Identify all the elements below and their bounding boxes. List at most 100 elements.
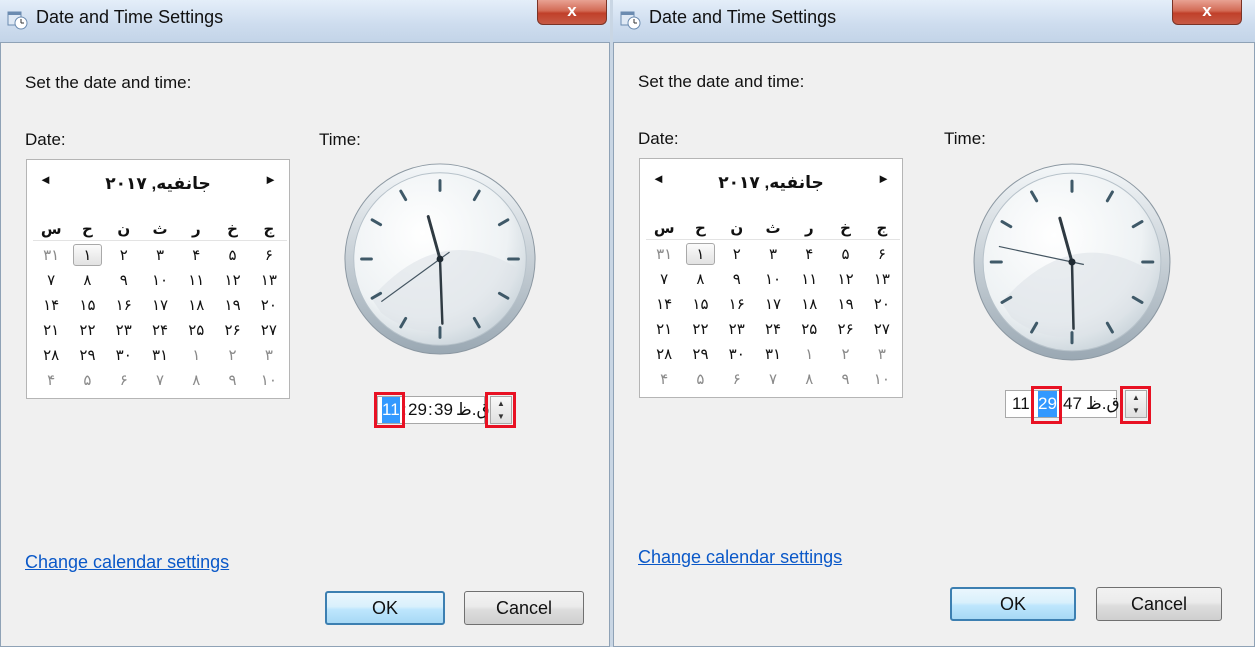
calendar-day[interactable]: ۲۱ bbox=[33, 321, 69, 339]
prev-month-arrow-icon[interactable]: ◄ bbox=[652, 171, 665, 186]
calendar-day[interactable]: ۱۸ bbox=[791, 295, 827, 313]
calendar-day[interactable]: ۲۳ bbox=[719, 320, 755, 338]
time-ampm-segment[interactable]: ق.ظ bbox=[1086, 391, 1120, 417]
calendar-day[interactable]: ۱۵ bbox=[69, 296, 105, 314]
calendar-day-other-month[interactable]: ۳۱ bbox=[33, 246, 69, 264]
calendar-day[interactable]: ۲۶ bbox=[214, 321, 250, 339]
calendar-day[interactable]: ۱۱ bbox=[178, 271, 214, 289]
calendar[interactable]: ◄ ► جانفیه, ۲۰۱۷ ج خ ر ث ن ح س ۶ ۵ ۴ ۳ ۲… bbox=[26, 159, 290, 399]
calendar[interactable]: ◄ ► جانفیه, ۲۰۱۷ ج خ ر ث ن ح س ۶ ۵ ۴ ۳ ۲… bbox=[639, 158, 903, 398]
title-bar[interactable]: Date and Time Settings x bbox=[613, 0, 1255, 42]
calendar-day[interactable]: ۲ bbox=[106, 246, 142, 264]
ok-button[interactable]: OK bbox=[950, 587, 1076, 621]
calendar-day[interactable]: ۲۸ bbox=[33, 346, 69, 364]
calendar-day[interactable]: ۱۳ bbox=[864, 270, 900, 288]
cancel-button[interactable]: Cancel bbox=[464, 591, 584, 625]
calendar-day[interactable]: ۲۱ bbox=[646, 320, 682, 338]
calendar-day[interactable]: ۱۵ bbox=[682, 295, 718, 313]
next-month-arrow-icon[interactable]: ► bbox=[877, 171, 890, 186]
calendar-day-other-month[interactable]: ۸ bbox=[791, 370, 827, 388]
title-bar[interactable]: Date and Time Settings x bbox=[0, 0, 610, 42]
calendar-day-selected[interactable]: ۱ bbox=[682, 243, 718, 265]
calendar-day[interactable]: ۱۸ bbox=[178, 296, 214, 314]
calendar-day[interactable]: ۳ bbox=[142, 246, 178, 264]
calendar-day-other-month[interactable]: ۹ bbox=[214, 371, 250, 389]
time-second-segment[interactable]: 47 bbox=[1063, 391, 1082, 417]
calendar-day[interactable]: ۱۰ bbox=[755, 270, 791, 288]
calendar-day[interactable]: ۲۴ bbox=[142, 321, 178, 339]
close-button[interactable]: x bbox=[537, 0, 607, 25]
calendar-day[interactable]: ۲۲ bbox=[69, 321, 105, 339]
calendar-day[interactable]: ۹ bbox=[106, 271, 142, 289]
calendar-day[interactable]: ۲۵ bbox=[791, 320, 827, 338]
calendar-day[interactable]: ۱۰ bbox=[142, 271, 178, 289]
calendar-day[interactable]: ۷ bbox=[33, 271, 69, 289]
calendar-day[interactable]: ۱۷ bbox=[142, 296, 178, 314]
calendar-day-other-month[interactable]: ۱ bbox=[178, 346, 214, 364]
calendar-day[interactable]: ۷ bbox=[646, 270, 682, 288]
cancel-button[interactable]: Cancel bbox=[1096, 587, 1222, 621]
calendar-day[interactable]: ۲۴ bbox=[755, 320, 791, 338]
calendar-day-other-month[interactable]: ۳ bbox=[864, 345, 900, 363]
calendar-day[interactable]: ۱۲ bbox=[827, 270, 863, 288]
calendar-day[interactable]: ۶ bbox=[864, 245, 900, 263]
calendar-day-other-month[interactable]: ۸ bbox=[178, 371, 214, 389]
calendar-day[interactable]: ۲۹ bbox=[682, 345, 718, 363]
calendar-day-other-month[interactable]: ۶ bbox=[719, 370, 755, 388]
calendar-day[interactable]: ۲ bbox=[719, 245, 755, 263]
calendar-day[interactable]: ۱۶ bbox=[719, 295, 755, 313]
ok-button[interactable]: OK bbox=[325, 591, 445, 625]
calendar-day[interactable]: ۳۱ bbox=[142, 346, 178, 364]
calendar-day[interactable]: ۴ bbox=[791, 245, 827, 263]
calendar-day[interactable]: ۲۶ bbox=[827, 320, 863, 338]
change-calendar-settings-link[interactable]: Change calendar settings bbox=[638, 547, 842, 568]
calendar-day-other-month[interactable]: ۱۰ bbox=[251, 371, 287, 389]
calendar-day-other-month[interactable]: ۴ bbox=[33, 371, 69, 389]
calendar-day[interactable]: ۲۲ bbox=[682, 320, 718, 338]
calendar-day-other-month[interactable]: ۹ bbox=[827, 370, 863, 388]
calendar-month-title[interactable]: جانفیه, ۲۰۱۷ bbox=[67, 174, 249, 194]
prev-month-arrow-icon[interactable]: ◄ bbox=[39, 172, 52, 187]
calendar-day[interactable]: ۳۰ bbox=[719, 345, 755, 363]
calendar-day[interactable]: ۵ bbox=[827, 245, 863, 263]
calendar-day[interactable]: ۵ bbox=[214, 246, 250, 264]
calendar-day-other-month[interactable]: ۳ bbox=[251, 346, 287, 364]
calendar-day-selected[interactable]: ۱ bbox=[69, 244, 105, 266]
calendar-day[interactable]: ۲۳ bbox=[106, 321, 142, 339]
calendar-day[interactable]: ۲۷ bbox=[251, 321, 287, 339]
calendar-day[interactable]: ۱۹ bbox=[214, 296, 250, 314]
calendar-day-other-month[interactable]: ۱ bbox=[791, 345, 827, 363]
calendar-day[interactable]: ۲۰ bbox=[251, 296, 287, 314]
calendar-day[interactable]: ۳ bbox=[755, 245, 791, 263]
calendar-day-other-month[interactable]: ۲ bbox=[214, 346, 250, 364]
calendar-day[interactable]: ۸ bbox=[69, 271, 105, 289]
calendar-day[interactable]: ۱۳ bbox=[251, 271, 287, 289]
calendar-day[interactable]: ۸ bbox=[682, 270, 718, 288]
calendar-day[interactable]: ۲۷ bbox=[864, 320, 900, 338]
calendar-day-other-month[interactable]: ۳۱ bbox=[646, 245, 682, 263]
time-second-segment[interactable]: 39 bbox=[434, 397, 453, 423]
calendar-day[interactable]: ۱۱ bbox=[791, 270, 827, 288]
calendar-month-title[interactable]: جانفیه, ۲۰۱۷ bbox=[680, 173, 862, 193]
change-calendar-settings-link[interactable]: Change calendar settings bbox=[25, 552, 229, 573]
calendar-day[interactable]: ۱۷ bbox=[755, 295, 791, 313]
time-hour-segment[interactable]: 11 bbox=[1012, 391, 1030, 417]
calendar-day[interactable]: ۹ bbox=[719, 270, 755, 288]
calendar-day-other-month[interactable]: ۷ bbox=[755, 370, 791, 388]
calendar-day-other-month[interactable]: ۶ bbox=[106, 371, 142, 389]
calendar-day[interactable]: ۲۹ bbox=[69, 346, 105, 364]
calendar-day[interactable]: ۱۹ bbox=[827, 295, 863, 313]
calendar-day[interactable]: ۱۴ bbox=[646, 295, 682, 313]
calendar-day[interactable]: ۲۰ bbox=[864, 295, 900, 313]
calendar-day[interactable]: ۱۴ bbox=[33, 296, 69, 314]
calendar-day-other-month[interactable]: ۱۰ bbox=[864, 370, 900, 388]
calendar-day[interactable]: ۱۶ bbox=[106, 296, 142, 314]
calendar-day[interactable]: ۱۲ bbox=[214, 271, 250, 289]
calendar-day[interactable]: ۳۱ bbox=[755, 345, 791, 363]
calendar-day-other-month[interactable]: ۵ bbox=[69, 371, 105, 389]
calendar-day-other-month[interactable]: ۲ bbox=[827, 345, 863, 363]
calendar-day-other-month[interactable]: ۴ bbox=[646, 370, 682, 388]
calendar-day[interactable]: ۲۵ bbox=[178, 321, 214, 339]
calendar-day[interactable]: ۳۰ bbox=[106, 346, 142, 364]
calendar-day-other-month[interactable]: ۵ bbox=[682, 370, 718, 388]
